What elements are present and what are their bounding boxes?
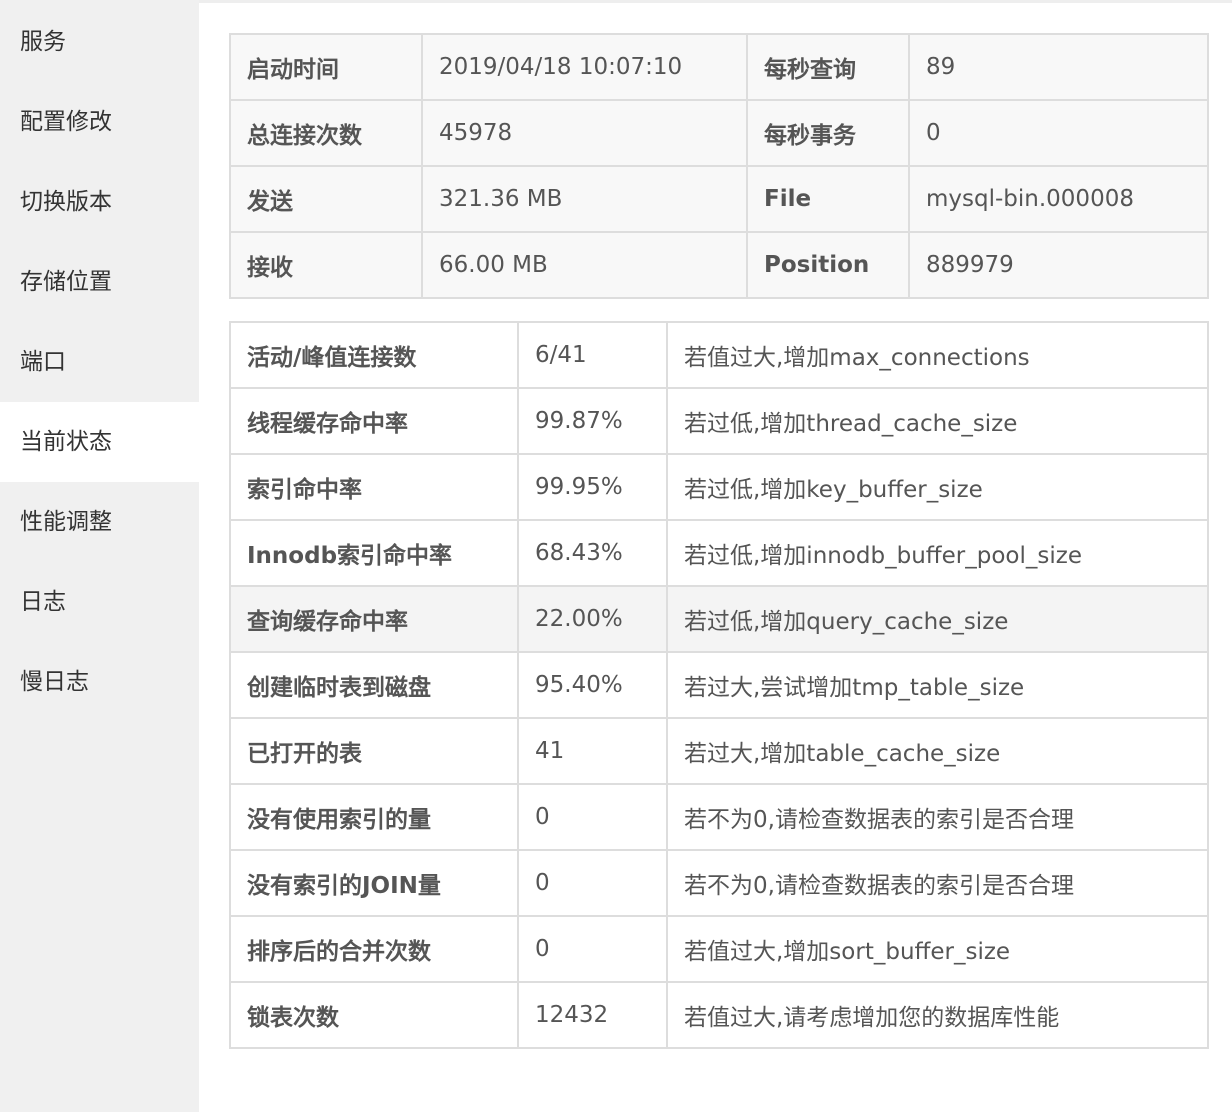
- metric-name: 活动/峰值连接数: [229, 321, 519, 389]
- table-row: 发送 321.36 MB File mysql-bin.000008: [229, 165, 1209, 233]
- table-row: 启动时间 2019/04/18 10:07:10 每秒查询 89: [229, 33, 1209, 101]
- status-value: 45978: [421, 99, 748, 167]
- top-divider: [199, 0, 1232, 3]
- metric-name: Innodb索引命中率: [229, 519, 519, 587]
- status-value: 889979: [908, 231, 1209, 299]
- table-row: 索引命中率 99.95% 若过低,增加key_buffer_size: [229, 453, 1209, 521]
- table-row: 接收 66.00 MB Position 889979: [229, 231, 1209, 299]
- metric-hint: 若值过大,请考虑增加您的数据库性能: [666, 981, 1209, 1049]
- metric-hint: 若过大,尝试增加tmp_table_size: [666, 651, 1209, 719]
- sidebar-item-log[interactable]: 日志: [0, 562, 199, 642]
- metric-name: 线程缓存命中率: [229, 387, 519, 455]
- metric-name: 已打开的表: [229, 717, 519, 785]
- table-row: 创建临时表到磁盘 95.40% 若过大,尝试增加tmp_table_size: [229, 651, 1209, 719]
- sidebar-item-config[interactable]: 配置修改: [0, 82, 199, 162]
- metric-value: 41: [517, 717, 668, 785]
- metric-hint: 若过大,增加table_cache_size: [666, 717, 1209, 785]
- metric-hint: 若过低,增加thread_cache_size: [666, 387, 1209, 455]
- metric-name: 排序后的合并次数: [229, 915, 519, 983]
- metric-value: 68.43%: [517, 519, 668, 587]
- metric-name: 索引命中率: [229, 453, 519, 521]
- table-row: 总连接次数 45978 每秒事务 0: [229, 99, 1209, 167]
- table-row-hovered: 查询缓存命中率 22.00% 若过低,增加query_cache_size: [229, 585, 1209, 653]
- status-label: 发送: [229, 165, 423, 233]
- status-label: 总连接次数: [229, 99, 423, 167]
- table-row: 锁表次数 12432 若值过大,请考虑增加您的数据库性能: [229, 981, 1209, 1049]
- performance-metrics-table: 活动/峰值连接数 6/41 若值过大,增加max_connections 线程缓…: [229, 321, 1209, 1049]
- metric-value: 22.00%: [517, 585, 668, 653]
- table-row: Innodb索引命中率 68.43% 若过低,增加innodb_buffer_p…: [229, 519, 1209, 587]
- status-label: 每秒查询: [746, 33, 910, 101]
- table-row: 没有使用索引的量 0 若不为0,请检查数据表的索引是否合理: [229, 783, 1209, 851]
- table-row: 已打开的表 41 若过大,增加table_cache_size: [229, 717, 1209, 785]
- status-label: File: [746, 165, 910, 233]
- table-row: 活动/峰值连接数 6/41 若值过大,增加max_connections: [229, 321, 1209, 389]
- metric-name: 查询缓存命中率: [229, 585, 519, 653]
- metric-hint: 若值过大,增加sort_buffer_size: [666, 915, 1209, 983]
- metric-hint: 若过低,增加innodb_buffer_pool_size: [666, 519, 1209, 587]
- sidebar-item-current-status[interactable]: 当前状态: [0, 402, 199, 482]
- status-label: 启动时间: [229, 33, 423, 101]
- sidebar-item-port[interactable]: 端口: [0, 322, 199, 402]
- status-value: 2019/04/18 10:07:10: [421, 33, 748, 101]
- table-row: 没有索引的JOIN量 0 若不为0,请检查数据表的索引是否合理: [229, 849, 1209, 917]
- sidebar-nav: 服务 配置修改 切换版本 存储位置 端口 当前状态 性能调整 日志 慢日志: [0, 0, 199, 1112]
- server-status-table: 启动时间 2019/04/18 10:07:10 每秒查询 89 总连接次数 4…: [229, 33, 1209, 299]
- metric-hint: 若不为0,请检查数据表的索引是否合理: [666, 849, 1209, 917]
- metric-value: 0: [517, 915, 668, 983]
- status-label: 每秒事务: [746, 99, 910, 167]
- status-label: Position: [746, 231, 910, 299]
- metric-hint: 若值过大,增加max_connections: [666, 321, 1209, 389]
- status-value: 321.36 MB: [421, 165, 748, 233]
- sidebar-item-storage-location[interactable]: 存储位置: [0, 242, 199, 322]
- metric-name: 没有索引的JOIN量: [229, 849, 519, 917]
- main-content: 启动时间 2019/04/18 10:07:10 每秒查询 89 总连接次数 4…: [229, 33, 1209, 1049]
- metric-value: 95.40%: [517, 651, 668, 719]
- status-value: 0: [908, 99, 1209, 167]
- status-value: 66.00 MB: [421, 231, 748, 299]
- table-row: 线程缓存命中率 99.87% 若过低,增加thread_cache_size: [229, 387, 1209, 455]
- metric-value: 99.87%: [517, 387, 668, 455]
- metric-name: 创建临时表到磁盘: [229, 651, 519, 719]
- metric-name: 没有使用索引的量: [229, 783, 519, 851]
- metric-value: 6/41: [517, 321, 668, 389]
- metric-value: 99.95%: [517, 453, 668, 521]
- sidebar-item-slow-log[interactable]: 慢日志: [0, 642, 199, 722]
- metric-name: 锁表次数: [229, 981, 519, 1049]
- metric-hint: 若不为0,请检查数据表的索引是否合理: [666, 783, 1209, 851]
- sidebar-item-service[interactable]: 服务: [0, 2, 199, 82]
- table-row: 排序后的合并次数 0 若值过大,增加sort_buffer_size: [229, 915, 1209, 983]
- metric-hint: 若过低,增加query_cache_size: [666, 585, 1209, 653]
- status-value: mysql-bin.000008: [908, 165, 1209, 233]
- metric-value: 12432: [517, 981, 668, 1049]
- status-label: 接收: [229, 231, 423, 299]
- metric-hint: 若过低,增加key_buffer_size: [666, 453, 1209, 521]
- sidebar-item-performance-tuning[interactable]: 性能调整: [0, 482, 199, 562]
- status-value: 89: [908, 33, 1209, 101]
- metric-value: 0: [517, 783, 668, 851]
- metric-value: 0: [517, 849, 668, 917]
- sidebar-item-switch-version[interactable]: 切换版本: [0, 162, 199, 242]
